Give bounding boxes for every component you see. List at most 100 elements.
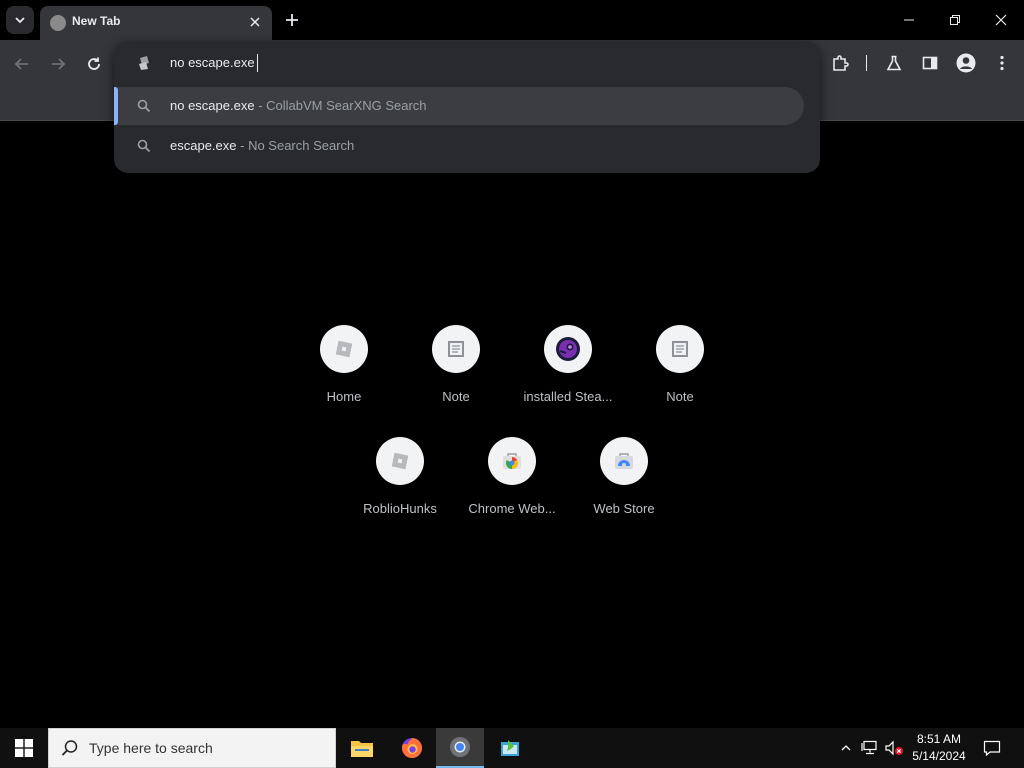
omnibox-suggestion[interactable]: no escape.exe - CollabVM SearXNG Search [114,87,804,125]
shortcut-label: Home [326,389,362,404]
taskbar-app-file-explorer[interactable] [338,728,386,768]
side-panel-button[interactable] [918,51,942,75]
start-button[interactable] [0,728,48,768]
profile-button[interactable] [954,51,978,75]
shortcut-icon-circle [656,325,704,373]
shortcut-icon-circle [432,325,480,373]
taskbar-app-firefox[interactable] [388,728,436,768]
tab-title: New Tab [72,14,121,28]
chrome-web-store-icon [503,453,521,469]
roblox-icon [391,452,409,470]
shortcut-label: RoblioHunks [363,501,437,516]
suggestion-engine: No Search Search [248,138,355,153]
steam-icon [556,337,580,361]
close-icon [995,14,1007,26]
tab-new-tab[interactable]: New Tab [40,6,272,40]
omnibox-dropdown: no escape.exe no escape.exe - CollabVM S… [114,41,820,173]
shortcut-tile[interactable]: installed Stea... [512,325,624,425]
close-window-button[interactable] [986,6,1016,34]
shortcut-icon-circle [600,437,648,485]
omnibox-suggestion[interactable]: escape.exe - No Search Search [114,127,804,165]
flask-icon [886,55,902,71]
profile-icon [956,53,976,73]
chrome-icon [450,737,470,757]
new-tab-button[interactable] [280,8,304,32]
chevron-down-icon [15,17,25,24]
shortcut-label: Note [666,389,694,404]
toolbar-divider [866,55,867,71]
puzzle-icon [833,55,849,71]
search-icon [61,740,78,756]
selection-indicator [114,87,118,125]
minimize-button[interactable] [894,6,924,34]
shortcut-icon-circle [376,437,424,485]
shortcut-tile[interactable]: Home [288,325,400,425]
back-arrow-icon [14,58,28,70]
shortcut-tile[interactable]: Web Store [568,437,680,537]
network-tray-button[interactable] [860,738,880,758]
taskbar-app-notepad[interactable] [486,728,534,768]
web-store-icon [615,453,633,469]
shortcut-tile[interactable]: Note [400,325,512,425]
windows-taskbar: Type here to search 8:51 AM 5/14/2024 [0,728,1024,768]
back-button[interactable] [10,52,34,76]
shortcut-icon-circle [488,437,536,485]
suggestion-separator: - [254,98,267,113]
reload-button[interactable] [82,52,106,76]
minimize-icon [904,19,914,21]
restore-icon [950,15,960,25]
network-icon [861,740,877,755]
notification-icon [983,740,1001,757]
folder-icon [351,741,373,757]
title-bar: New Tab [0,0,1024,40]
suggestion-separator: - [236,138,249,153]
system-clock[interactable]: 8:51 AM 5/14/2024 [900,731,978,765]
shortcut-tile[interactable]: Note [624,325,736,425]
close-icon [250,17,260,27]
suggestion-engine: CollabVM SearXNG Search [266,98,427,113]
shortcut-label: installed Stea... [523,389,613,404]
suggestion-text: escape.exe - No Search Search [170,138,354,153]
suggestion-query: escape.exe [170,138,237,153]
labs-button[interactable] [882,51,906,75]
address-input[interactable]: no escape.exe [170,54,255,72]
shortcut-icon-circle [544,325,592,373]
taskbar-search-placeholder: Type here to search [89,740,213,756]
action-center-button[interactable] [980,736,1004,760]
search-icon [137,99,151,113]
taskbar-search-box[interactable]: Type here to search [48,728,336,768]
note-icon [448,341,464,357]
shortcut-tile[interactable]: RoblioHunks [344,437,456,537]
forward-arrow-icon [52,58,66,70]
tab-close-button[interactable] [246,13,264,31]
clock-time: 8:51 AM [916,732,962,746]
clock-date: 5/14/2024 [912,749,966,763]
shortcut-icon-circle [320,325,368,373]
show-hidden-icons-button[interactable] [836,738,856,758]
reload-icon [88,57,100,70]
firefox-icon [402,738,423,758]
text-caret [257,54,258,72]
extensions-button[interactable] [828,51,852,75]
notepad-icon [501,740,519,756]
side-panel-icon [922,56,938,70]
suggestion-query: no escape.exe [170,98,255,113]
kebab-menu-icon [1000,55,1004,71]
shortcut-label: Chrome Web... [468,501,556,516]
chevron-up-icon [841,745,851,751]
windows-logo-icon [15,739,33,757]
address-bar[interactable]: no escape.exe [114,41,820,85]
roblox-icon [335,340,353,358]
shortcut-tile[interactable]: Chrome Web... [456,437,568,537]
menu-button[interactable] [990,51,1014,75]
restore-button[interactable] [940,6,970,34]
shortcut-label: Web Store [593,501,655,516]
note-icon [672,341,688,357]
tab-search-button[interactable] [6,6,34,34]
taskbar-app-chrome[interactable] [436,728,484,768]
collabvm-icon [139,56,149,70]
search-icon [137,139,151,153]
plus-icon [286,14,298,26]
forward-button[interactable] [46,52,70,76]
suggestion-text: no escape.exe - CollabVM SearXNG Search [170,98,427,113]
